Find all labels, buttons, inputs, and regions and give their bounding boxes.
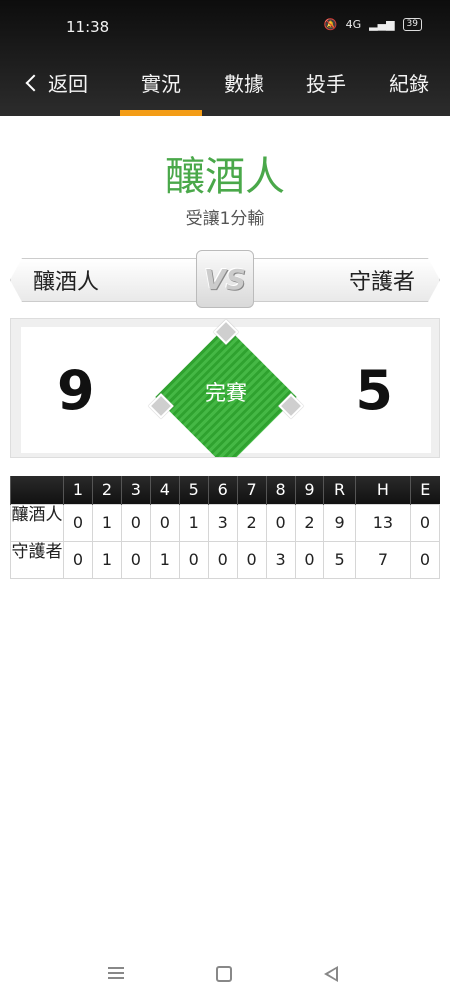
away-score: 9 <box>57 359 95 422</box>
back-label: 返回 <box>48 72 88 96</box>
score-cell: 0 <box>236 540 267 579</box>
table-row: 釀酒人 0 1 0 0 1 3 2 0 2 9 13 0 <box>10 503 440 542</box>
header-cell: 6 <box>207 476 238 504</box>
scoreboard-field: 9 5 完賽 <box>10 318 440 458</box>
home-icon[interactable] <box>216 966 232 982</box>
linescore-table: 1 2 3 4 5 6 7 8 9 R H E 釀酒人 0 1 0 0 1 3 … <box>10 476 440 579</box>
score-cell: 3 <box>207 503 238 542</box>
row-team-name: 守護者 <box>10 540 64 579</box>
chevron-left-icon <box>25 74 43 91</box>
back-button[interactable]: 返回 <box>22 68 88 97</box>
network-label: 4G <box>345 18 362 31</box>
home-score: 5 <box>355 359 393 422</box>
signal-icon: ▂▄▆ <box>369 18 395 31</box>
score-cell: 0 <box>178 540 209 579</box>
winner-team-title: 釀酒人 <box>165 154 285 200</box>
baseball-diamond: 完賽 <box>136 319 316 457</box>
tab-stats[interactable]: 數據 <box>224 68 264 97</box>
row-team-name: 釀酒人 <box>10 503 64 542</box>
mute-icon: 🔕 <box>323 18 338 31</box>
score-cell: 0 <box>149 503 180 542</box>
score-cell: 0 <box>207 540 238 579</box>
header-cell: H <box>354 476 411 504</box>
score-cell: 3 <box>265 540 296 579</box>
status-time: 11:38 <box>66 18 110 36</box>
back-triangle-icon[interactable] <box>324 966 338 982</box>
score-cell: 0 <box>120 540 151 579</box>
game-status: 完賽 <box>205 381 247 405</box>
vs-badge: VS <box>196 250 254 308</box>
tab-live[interactable]: 實況 <box>141 68 181 97</box>
header-cell: R <box>323 476 356 504</box>
recent-apps-icon[interactable] <box>108 964 124 982</box>
home-team-name: 守護者 <box>348 270 415 295</box>
status-bar: 11:38 🔕 4G ▂▄▆ 39 <box>0 0 450 56</box>
away-team-name: 釀酒人 <box>33 270 100 295</box>
result-text: 受讓1分輸 <box>185 209 265 229</box>
linescore-header: 1 2 3 4 5 6 7 8 9 R H E <box>10 476 440 504</box>
score-cell: 13 <box>354 503 412 542</box>
score-cell: 0 <box>120 503 151 542</box>
score-cell: 9 <box>323 503 356 542</box>
score-cell: 5 <box>323 540 356 579</box>
score-cell: 1 <box>91 540 122 579</box>
score-cell: 7 <box>354 540 412 579</box>
score-cell: 1 <box>178 503 209 542</box>
top-nav: 返回 實況 數據 投手 紀錄 <box>0 56 450 116</box>
header-cell: 3 <box>120 476 151 504</box>
app-header: 11:38 🔕 4G ▂▄▆ 39 返回 實況 數據 投手 紀錄 <box>0 0 450 116</box>
header-cell: 2 <box>91 476 122 504</box>
header-cell <box>10 476 64 504</box>
header-cell: 9 <box>294 476 324 504</box>
score-cell: 2 <box>236 503 267 542</box>
score-cell: 0 <box>410 540 440 579</box>
score-cell: 0 <box>265 503 296 542</box>
active-tab-indicator <box>120 110 202 116</box>
score-cell: 2 <box>294 503 325 542</box>
score-cell: 0 <box>294 540 325 579</box>
header-cell: 8 <box>265 476 295 504</box>
battery-icon: 39 <box>402 18 422 31</box>
header-cell: 5 <box>178 476 209 504</box>
table-row: 守護者 0 1 0 1 0 0 0 3 0 5 7 0 <box>10 540 440 579</box>
header-cell: 7 <box>236 476 267 504</box>
header-cell: 4 <box>149 476 180 504</box>
score-cell: 1 <box>149 540 180 579</box>
header-cell: E <box>410 476 440 504</box>
score-cell: 0 <box>63 540 93 579</box>
status-icons: 🔕 4G ▂▄▆ 39 <box>324 18 422 31</box>
away-team-pill[interactable]: 釀酒人 <box>10 258 205 302</box>
score-cell: 1 <box>91 503 122 542</box>
header-cell: 1 <box>63 476 93 504</box>
matchup-bar: 釀酒人 守護者 VS <box>10 250 440 308</box>
home-team-pill[interactable]: 守護者 <box>245 258 440 302</box>
tab-records[interactable]: 紀錄 <box>389 68 429 97</box>
score-cell: 0 <box>63 503 93 542</box>
score-cell: 0 <box>410 503 440 542</box>
tab-pitchers[interactable]: 投手 <box>306 68 346 97</box>
system-nav-bar <box>0 950 450 1000</box>
